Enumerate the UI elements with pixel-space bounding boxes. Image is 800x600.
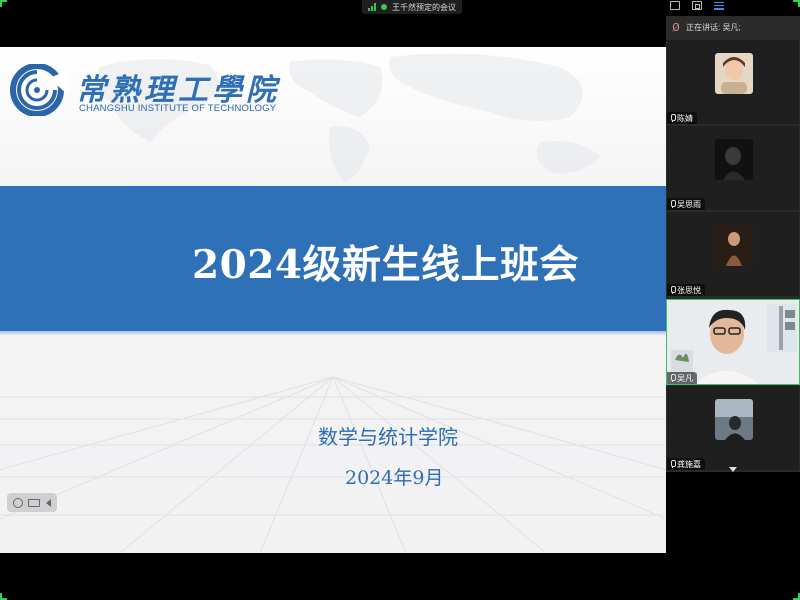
slide-date: 2024年9月 — [345, 467, 444, 489]
window-corner-marker — [0, 0, 7, 7]
meeting-info-pill[interactable]: 王千然预定的会议 — [362, 0, 462, 14]
participant-nameplate: 张思悦 — [667, 284, 705, 296]
scroll-down-arrow-icon[interactable] — [729, 467, 737, 472]
mic-icon — [670, 460, 676, 468]
mic-icon — [670, 286, 676, 294]
security-shield-icon — [381, 4, 387, 10]
annotation-icon[interactable] — [12, 497, 23, 508]
bottom-bar — [0, 553, 800, 600]
participant-nameplate: 龚施嘉 — [667, 458, 705, 470]
meeting-title: 王千然预定的会议 — [392, 2, 456, 12]
signal-strength-icon — [368, 3, 376, 11]
department-name: 数学与统计学院 — [318, 427, 458, 449]
thumbnail-icon[interactable] — [28, 498, 41, 507]
mic-muted-icon — [672, 22, 679, 32]
slide-mini-controls[interactable] — [7, 493, 57, 512]
participant-name: 张思悦 — [677, 285, 701, 295]
slide-title: 2024级新生线上班会 — [192, 242, 580, 288]
fullscreen-icon[interactable] — [670, 1, 680, 10]
participant-name: 吴思雨 — [677, 199, 701, 209]
participant-nameplate: 吴凡 — [667, 372, 697, 384]
participant-panel: 正在讲话: 吴凡; 陈婧 吴思雨 张思悦 吴凡 龚施嘉 — [666, 16, 800, 472]
participant-nameplate: 陈婧 — [667, 112, 697, 124]
collapse-arrow-icon[interactable] — [46, 498, 52, 507]
participant-nameplate: 吴思雨 — [667, 198, 705, 210]
participant-name: 吴凡 — [677, 373, 693, 383]
avatar — [715, 139, 753, 180]
participant-tile[interactable]: 陈婧 — [667, 40, 799, 124]
participant-tile[interactable]: 吴思雨 — [667, 126, 799, 210]
speaking-indicator: 正在讲话: 吴凡; — [666, 16, 800, 38]
mic-icon — [670, 200, 676, 208]
list-view-icon[interactable] — [714, 1, 724, 10]
mic-icon — [670, 114, 676, 122]
view-controls — [670, 1, 724, 10]
university-logo — [10, 64, 69, 116]
avatar — [715, 225, 753, 266]
participant-tile[interactable]: 张思悦 — [667, 212, 799, 296]
speaking-label: 正在讲话: 吴凡; — [686, 22, 741, 32]
avatar — [715, 399, 753, 440]
participant-name: 龚施嘉 — [677, 459, 701, 469]
window-corner-marker — [793, 593, 800, 600]
shared-screen-slide: 常熟理工學院 CHANGSHU INSTITUTE OF TECHNOLOGY … — [0, 47, 666, 553]
avatar — [715, 53, 753, 94]
participant-tile[interactable]: 龚施嘉 — [667, 386, 799, 470]
participant-name: 陈婧 — [677, 113, 693, 123]
university-name-en: CHANGSHU INSTITUTE OF TECHNOLOGY — [79, 103, 277, 114]
title-band-edge — [0, 331, 666, 335]
participant-tile-active[interactable]: 吴凡 — [666, 299, 800, 385]
layout-icon[interactable] — [692, 1, 702, 10]
window-corner-marker — [0, 593, 7, 600]
mic-icon — [670, 374, 676, 382]
window-corner-marker — [793, 0, 800, 7]
